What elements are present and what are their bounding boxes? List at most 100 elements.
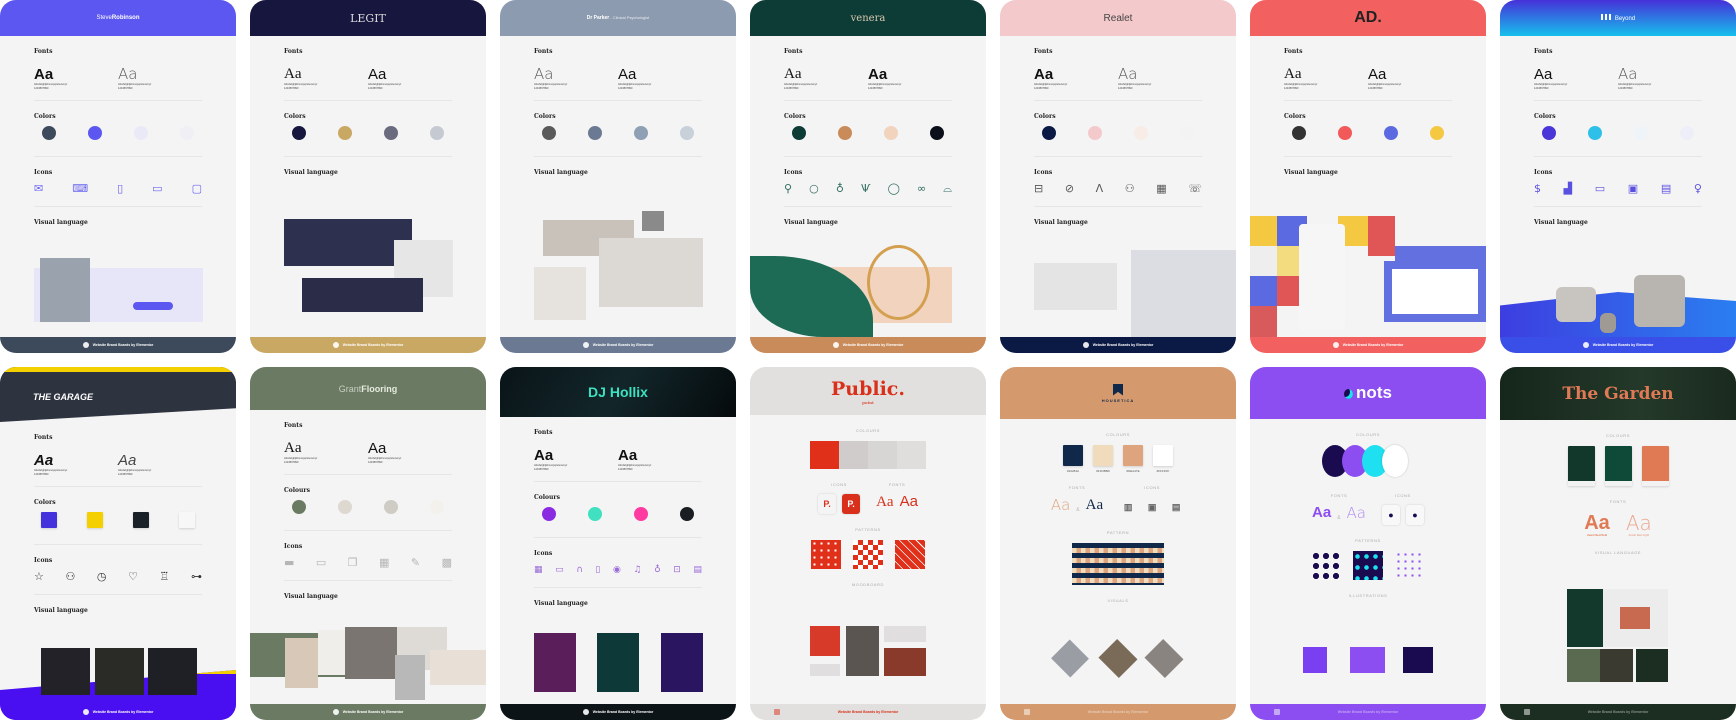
- font-preview: Aa: [284, 440, 302, 456]
- card-header: nots: [1250, 367, 1486, 419]
- visual-image: [284, 219, 412, 266]
- color-swatches: [284, 126, 452, 146]
- card-footer[interactable]: Website Brand Boards by Elementor: [250, 704, 486, 720]
- brand-name: Beyond: [1614, 16, 1636, 22]
- section-divider: [284, 530, 452, 531]
- brand-logo: HOUSETICA: [1102, 383, 1135, 403]
- brand-logo: THE GARAGE: [33, 392, 93, 402]
- brand-board-card[interactable]: The Garden COLOURS FONTS Aa Avenir Next Bold…: [1500, 367, 1736, 720]
- brand-name-suffix: Robinson: [111, 15, 140, 21]
- logo-round-icon: ●: [1405, 505, 1424, 525]
- color-swatch: #10284A: [1063, 445, 1083, 473]
- brand-board-card[interactable]: Realet Fonts Aa Abcdefghijklmnopqrstuvwxyz 1…: [1000, 0, 1236, 353]
- bulb-icon: ♀: [1693, 182, 1702, 195]
- color-swatch: [284, 126, 314, 146]
- boxes-icon: ▦: [379, 556, 390, 569]
- brand-board-card[interactable]: GrantFlooring Fonts Aa Abcdefghijklmnopqrst…: [250, 367, 486, 720]
- section-heading: Fonts: [1534, 48, 1553, 55]
- section-label: VISUALS: [1107, 598, 1129, 603]
- section-label: FONTS: [888, 482, 906, 487]
- font-sample: Aa Avenir Next Bold: [1584, 512, 1610, 537]
- tablet-icon: ▭: [1594, 182, 1606, 195]
- brand-board-card[interactable]: DJ Hollix Fonts Aa Abcdefghijklmnopqrstuvwx…: [500, 367, 736, 720]
- card-footer[interactable]: Website Brand Boards by Elementor: [1250, 337, 1486, 353]
- swatch-chip: [680, 126, 694, 140]
- pattern-tile: [895, 540, 925, 569]
- visual-image: [148, 648, 197, 695]
- font-preview: Aa: [1625, 511, 1652, 535]
- color-swatch: [422, 500, 452, 520]
- font-sample: Aa Abcdefghijklmnopqrstuvwxyz 1234567890: [534, 442, 618, 471]
- card-footer[interactable]: Website Brand Boards by Elementor: [500, 337, 736, 353]
- brand-boards-gallery: SteveRobinson Fonts Aa Abcdefghijklmnopqrst…: [0, 0, 1736, 720]
- card-footer[interactable]: Website Brand Boards by Elementor: [1000, 337, 1236, 353]
- font-preview: Aa: [784, 66, 802, 82]
- card-footer[interactable]: Website Brand Boards by Elementor: [1000, 704, 1236, 720]
- card-footer[interactable]: Website Brand Boards by Elementor: [1500, 337, 1736, 353]
- icon-set: ☆ ⚇ ◷ ♡ ♖ ⊶: [34, 570, 202, 584]
- font-samples: Aa Abcdefghijklmnopqrstuvwxyz 1234567890 Aa…: [284, 435, 452, 464]
- brand-board-card[interactable]: nots COLOURS FONTS Aa & Aa ICONS ● ● PATTERNS ILLU…: [1250, 367, 1486, 720]
- heart-icon: ♡: [128, 570, 138, 583]
- section-divider: [784, 206, 952, 207]
- font-digits: 1234567890: [34, 472, 49, 476]
- card-footer[interactable]: Website Brand Boards by Elementor: [0, 704, 236, 720]
- card-footer[interactable]: Website Brand Boards by Elementor: [750, 704, 986, 720]
- logo-red-icon: P.: [842, 494, 861, 514]
- font-samples: Aa Abcdefghijklmnopqrstuvwxyz 1234567890 Aa…: [284, 61, 452, 90]
- brand-logo: The Garden: [1562, 384, 1673, 404]
- visual-image: [1567, 589, 1603, 647]
- brand-board-card[interactable]: HOUSETICA COLOURS #10284A #F1DBBD #DEA47E #FF…: [1000, 367, 1236, 720]
- card-footer[interactable]: Website Brand Boards by Elementor: [250, 337, 486, 353]
- card-footer[interactable]: Website Brand Boards by Elementor: [1250, 704, 1486, 720]
- card-header: GrantFlooring: [250, 367, 486, 410]
- brand-board-card[interactable]: AD. Fonts Aa Abcdefghijklmnopqrstuvwxyz 1234…: [1250, 0, 1486, 353]
- font-preview: Aa: [34, 66, 54, 83]
- cabinet-icon: ▤: [1171, 501, 1181, 512]
- section-heading: Visual language: [1034, 219, 1088, 226]
- font-samples: Aa Abcdefghijklmnopqrstuvwxyz 1234567890 Aa…: [34, 447, 202, 476]
- card-footer[interactable]: Website Brand Boards by Elementor: [500, 704, 736, 720]
- swatch-chip: [87, 512, 103, 528]
- color-swatch: [172, 126, 202, 146]
- font-preview: Aa: [1346, 504, 1366, 522]
- card-footer[interactable]: Website Brand Boards by Elementor: [0, 337, 236, 353]
- brand-board-card[interactable]: SteveRobinson Fonts Aa Abcdefghijklmnopqrst…: [0, 0, 236, 353]
- brand-board-card[interactable]: LEGIT Fonts Aa Abcdefghijklmnopqrstuvwxyz 12…: [250, 0, 486, 353]
- font-samples: Aa Abcdefghijklmnopqrstuvwxyz 1234567890 Aa…: [1534, 61, 1702, 90]
- icon-set: ⚲ ○ ♁ Ѱ ◯ ∞ ⌓: [784, 182, 952, 196]
- visual-image: [1636, 649, 1668, 682]
- card-header: HOUSETICA: [1000, 367, 1236, 419]
- color-swatch: [876, 126, 906, 146]
- brand-board-card[interactable]: venera Fonts Aa Abcdefghijklmnopqrstuvwxyz 1…: [750, 0, 986, 353]
- section-label: FONTS: [1068, 485, 1086, 490]
- brand-board-card[interactable]: Beyond Fonts Aa Abcdefghijklmnopqrstuvwxyz 1…: [1500, 0, 1736, 353]
- necklace-icon: ◯: [887, 182, 900, 195]
- swatch-chip: [179, 512, 195, 528]
- color-swatch: [1330, 126, 1360, 146]
- font-digits: 1234567890: [534, 467, 549, 471]
- fonts-and-icons: FONTS Aa & Aa ICONS ▥ ▣ ▤: [1051, 485, 1185, 517]
- card-footer[interactable]: Website Brand Boards by Elementor: [1500, 704, 1736, 720]
- fonts-group: FONTS Aa Aa: [876, 482, 918, 510]
- brand-board-card[interactable]: Public. point COLOURS ICONS P. P. FONTS Aa Aa PAT…: [750, 367, 986, 720]
- brand-board-card[interactable]: Dr Parker - Clinical Psychologist Fonts Aa…: [500, 0, 736, 353]
- color-swatch: [1422, 126, 1452, 146]
- brand-board-card[interactable]: THE GARAGE Fonts Aa Abcdefghijklmnopqrstuvw…: [0, 367, 236, 720]
- visual-image: [395, 655, 425, 700]
- card-footer[interactable]: Website Brand Boards by Elementor: [750, 337, 986, 353]
- font-samples: Aa Abcdefghijklmnopqrstuvwxyz 1234567890 Aa…: [1284, 61, 1452, 90]
- beyond-logo-icon: [1600, 14, 1611, 20]
- swatch-chip: [634, 126, 648, 140]
- money-icon: $: [1534, 182, 1541, 195]
- section-heading: Icons: [1034, 169, 1053, 176]
- color-swatch: [534, 507, 564, 527]
- footer-credit: Website Brand Boards by Elementor: [342, 343, 404, 347]
- font-sample: Aa Abcdefghijklmnopqrstuvwxyz 1234567890: [1618, 61, 1702, 90]
- font-samples: Aa Abcdefghijklmnopqrstuvwxyz 1234567890 Aa…: [34, 61, 202, 90]
- font-name-label: Avenir Next Bold: [1586, 534, 1608, 537]
- section-label: PATTERN: [1106, 530, 1130, 535]
- swatch-chip: [384, 500, 398, 514]
- elementor-logo-icon: [332, 709, 339, 715]
- color-swatch: [580, 507, 610, 527]
